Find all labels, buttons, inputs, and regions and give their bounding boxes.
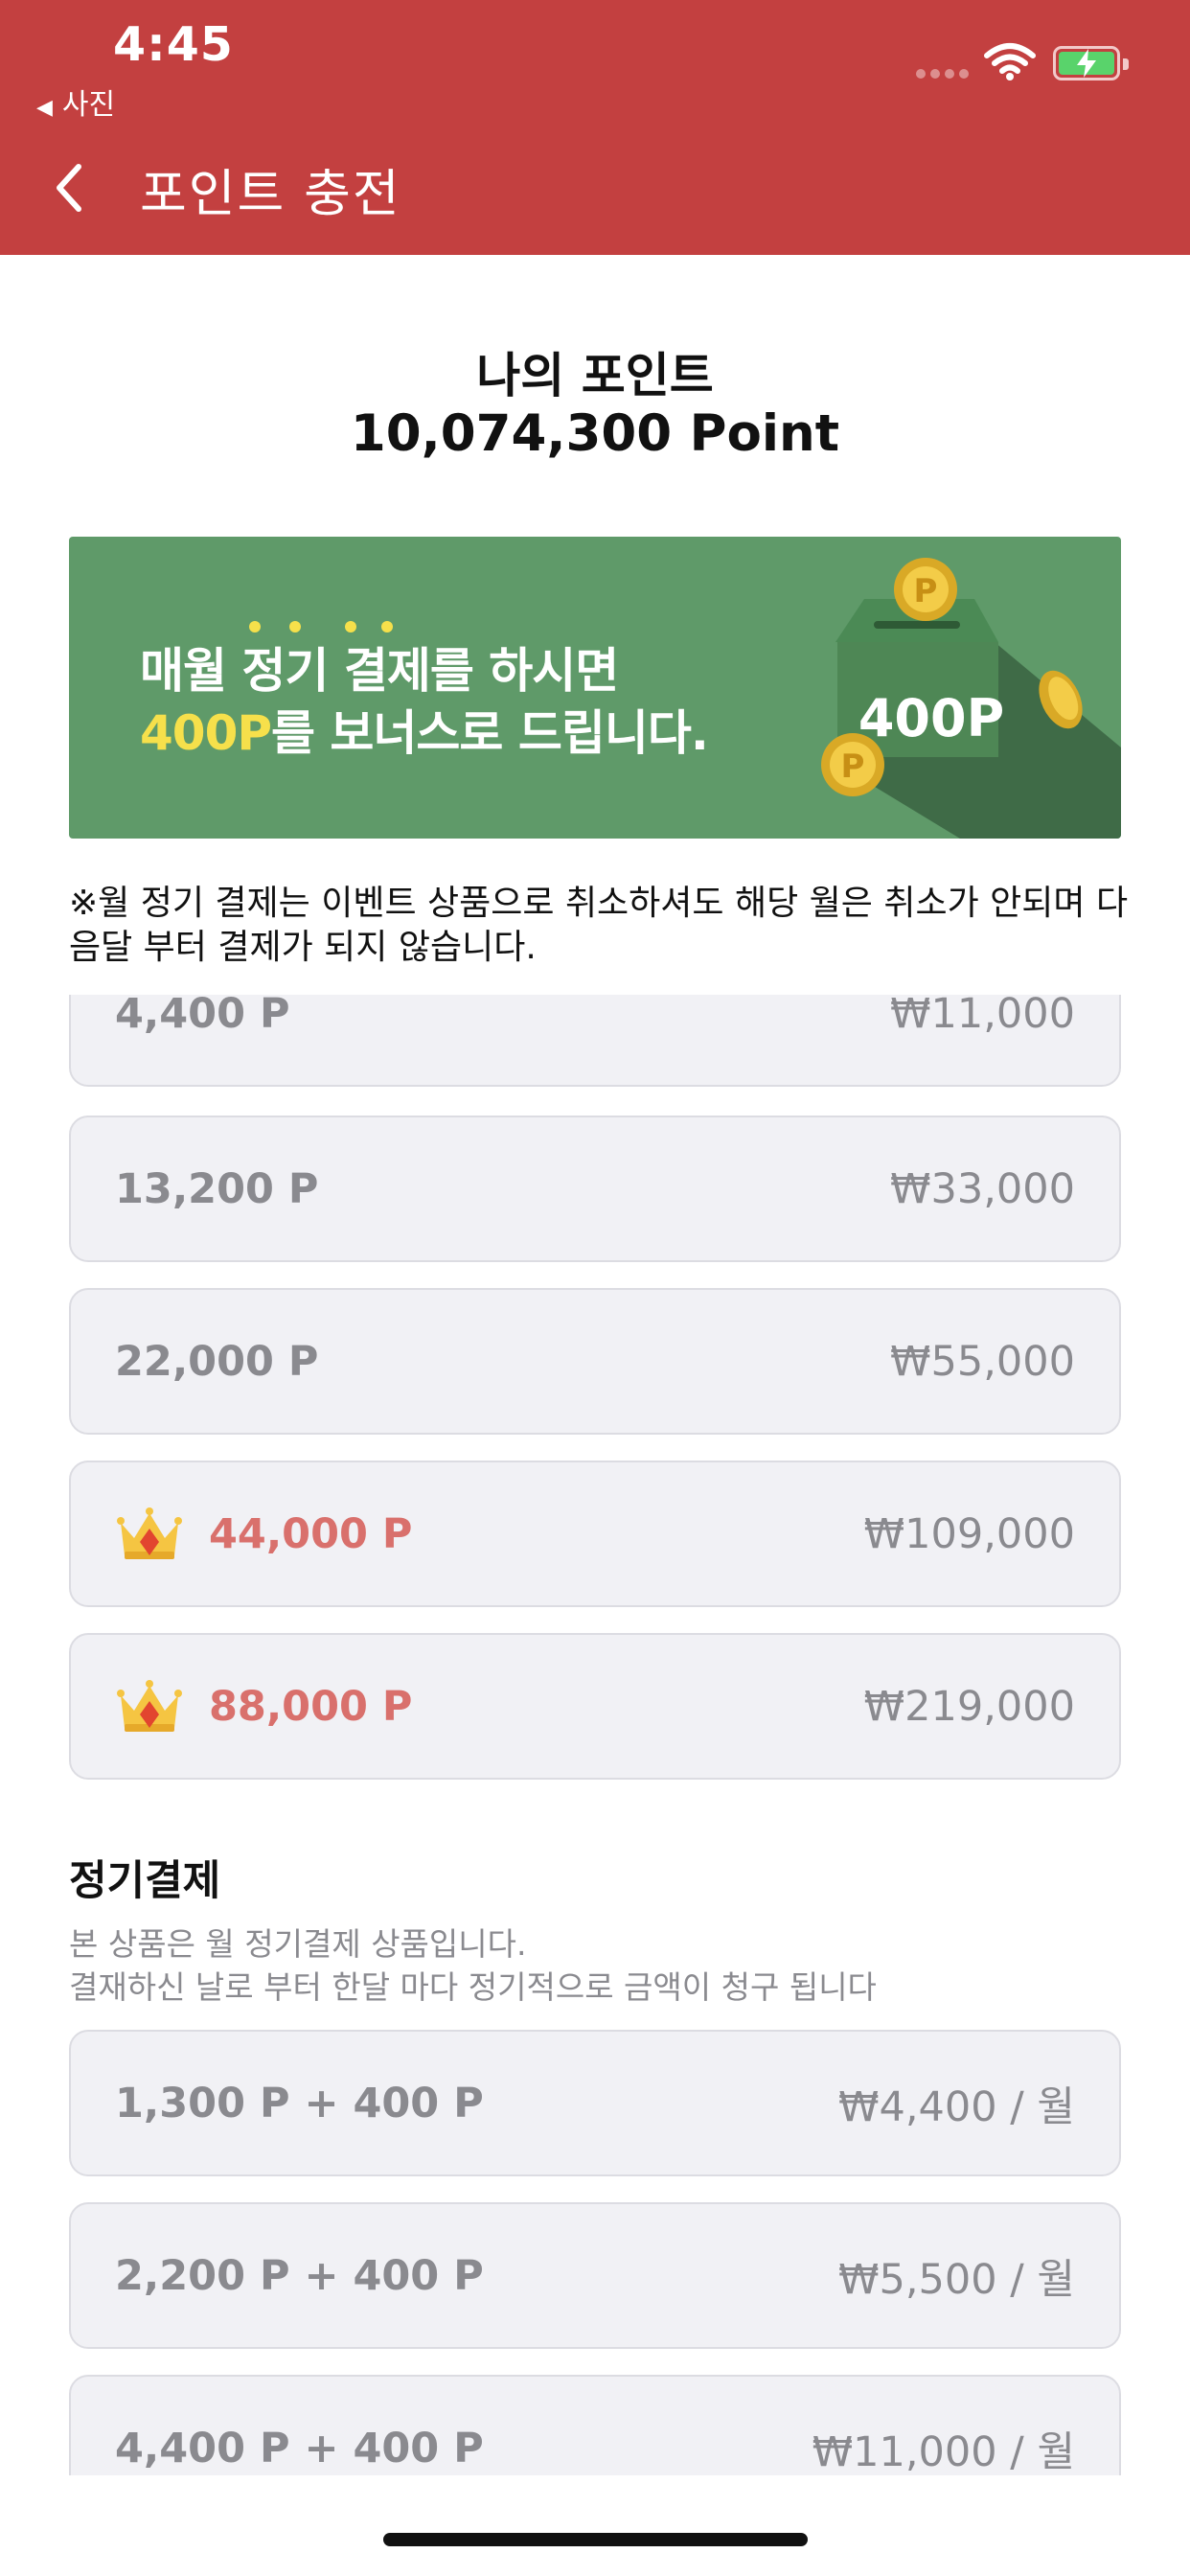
subscription-desc-line2: 결재하신 날로 부터 한달 마다 정기적으로 금액이 청구 됩니다 <box>69 1968 877 2006</box>
back-triangle-icon: ◀ <box>36 96 53 120</box>
option-points: 4,400 P <box>115 995 290 1038</box>
page-title: 포인트 충전 <box>140 165 401 223</box>
subscription-option-4400[interactable]: 4,400 P + 400 P ₩11,000 / 월 <box>69 2375 1121 2475</box>
subscription-option-2200[interactable]: 2,200 P + 400 P ₩5,500 / 월 <box>69 2202 1121 2349</box>
point-option-88000[interactable]: 88,000 P ₩219,000 <box>69 1633 1121 1780</box>
svg-text:P: P <box>841 748 865 786</box>
battery-charging-icon <box>1053 46 1129 80</box>
point-option-22000[interactable]: 22,000 P ₩55,000 <box>69 1288 1121 1435</box>
emphasis-dots <box>249 621 489 632</box>
crown-icon <box>117 1679 182 1732</box>
option-price: ₩11,000 <box>890 995 1075 1038</box>
option-points: 2,200 P + 400 P <box>115 2251 484 2300</box>
crown-icon <box>117 1506 182 1559</box>
my-points-value: 10,074,300 Point <box>350 404 840 463</box>
my-points-label: 나의 포인트 <box>476 348 714 403</box>
wifi-icon <box>984 43 1036 80</box>
svg-text:P: P <box>914 572 938 610</box>
banner-highlight: 400P <box>140 705 272 761</box>
point-options-list[interactable]: 4,400 P ₩11,000 13,200 P ₩33,000 22,000 … <box>0 995 1190 2475</box>
banner-text-rest: 를 보너스로 드립니다. <box>271 705 709 761</box>
subscription-desc-line1: 본 상품은 월 정기결제 상품입니다. <box>69 1925 527 1963</box>
option-price: ₩33,000 <box>890 1164 1075 1213</box>
subscription-option-1300[interactable]: 1,300 P + 400 P ₩4,400 / 월 <box>69 2030 1121 2176</box>
option-points: 13,200 P <box>115 1164 319 1213</box>
point-option-44000[interactable]: 44,000 P ₩109,000 <box>69 1460 1121 1607</box>
back-app-label: 사진 <box>61 88 116 122</box>
point-option-4400[interactable]: 4,400 P ₩11,000 <box>69 995 1121 1087</box>
cellular-signal-icon <box>916 69 970 82</box>
bonus-box-label: 400P <box>858 688 1005 748</box>
back-to-app-link[interactable]: ◀ 사진 <box>36 80 115 123</box>
banner-text-line1: 매월 정기 결제를 하시면 <box>140 643 619 699</box>
option-price: ₩55,000 <box>890 1337 1075 1386</box>
option-points: 4,400 P + 400 P <box>115 2424 484 2472</box>
option-price: ₩5,500 / 월 <box>837 2255 1075 2304</box>
option-price: ₩11,000 / 월 <box>812 2427 1075 2476</box>
chevron-left-icon[interactable] <box>50 159 88 217</box>
home-indicator[interactable] <box>383 2533 808 2546</box>
app-header: 4:45 ◀ 사진 포인트 충전 <box>0 0 1190 255</box>
option-points: 22,000 P <box>115 1337 319 1386</box>
option-price: ₩219,000 <box>863 1682 1075 1731</box>
point-option-13200[interactable]: 13,200 P ₩33,000 <box>69 1116 1121 1262</box>
banner-text-line2: 400P를 보너스로 드립니다. <box>140 695 709 764</box>
subscription-bonus-banner[interactable]: 매월 정기 결제를 하시면 400P를 보너스로 드립니다. P P 400P <box>69 537 1121 839</box>
option-price: ₩109,000 <box>863 1509 1075 1558</box>
status-time: 4:45 <box>113 17 234 72</box>
cancellation-notice: ※월 정기 결제는 이벤트 상품으로 취소하셔도 해당 월은 취소가 안되며 다… <box>69 884 1129 967</box>
option-points: 88,000 P <box>209 1682 413 1731</box>
option-points: 1,300 P + 400 P <box>115 2079 484 2128</box>
subscription-section-title: 정기결제 <box>69 1857 221 1905</box>
subscription-description: 본 상품은 월 정기결제 상품입니다. 결재하신 날로 부터 한달 마다 정기적… <box>69 1922 877 2009</box>
option-price: ₩4,400 / 월 <box>837 2082 1075 2131</box>
coin-icon: P <box>894 558 957 621</box>
option-points: 44,000 P <box>209 1509 413 1558</box>
